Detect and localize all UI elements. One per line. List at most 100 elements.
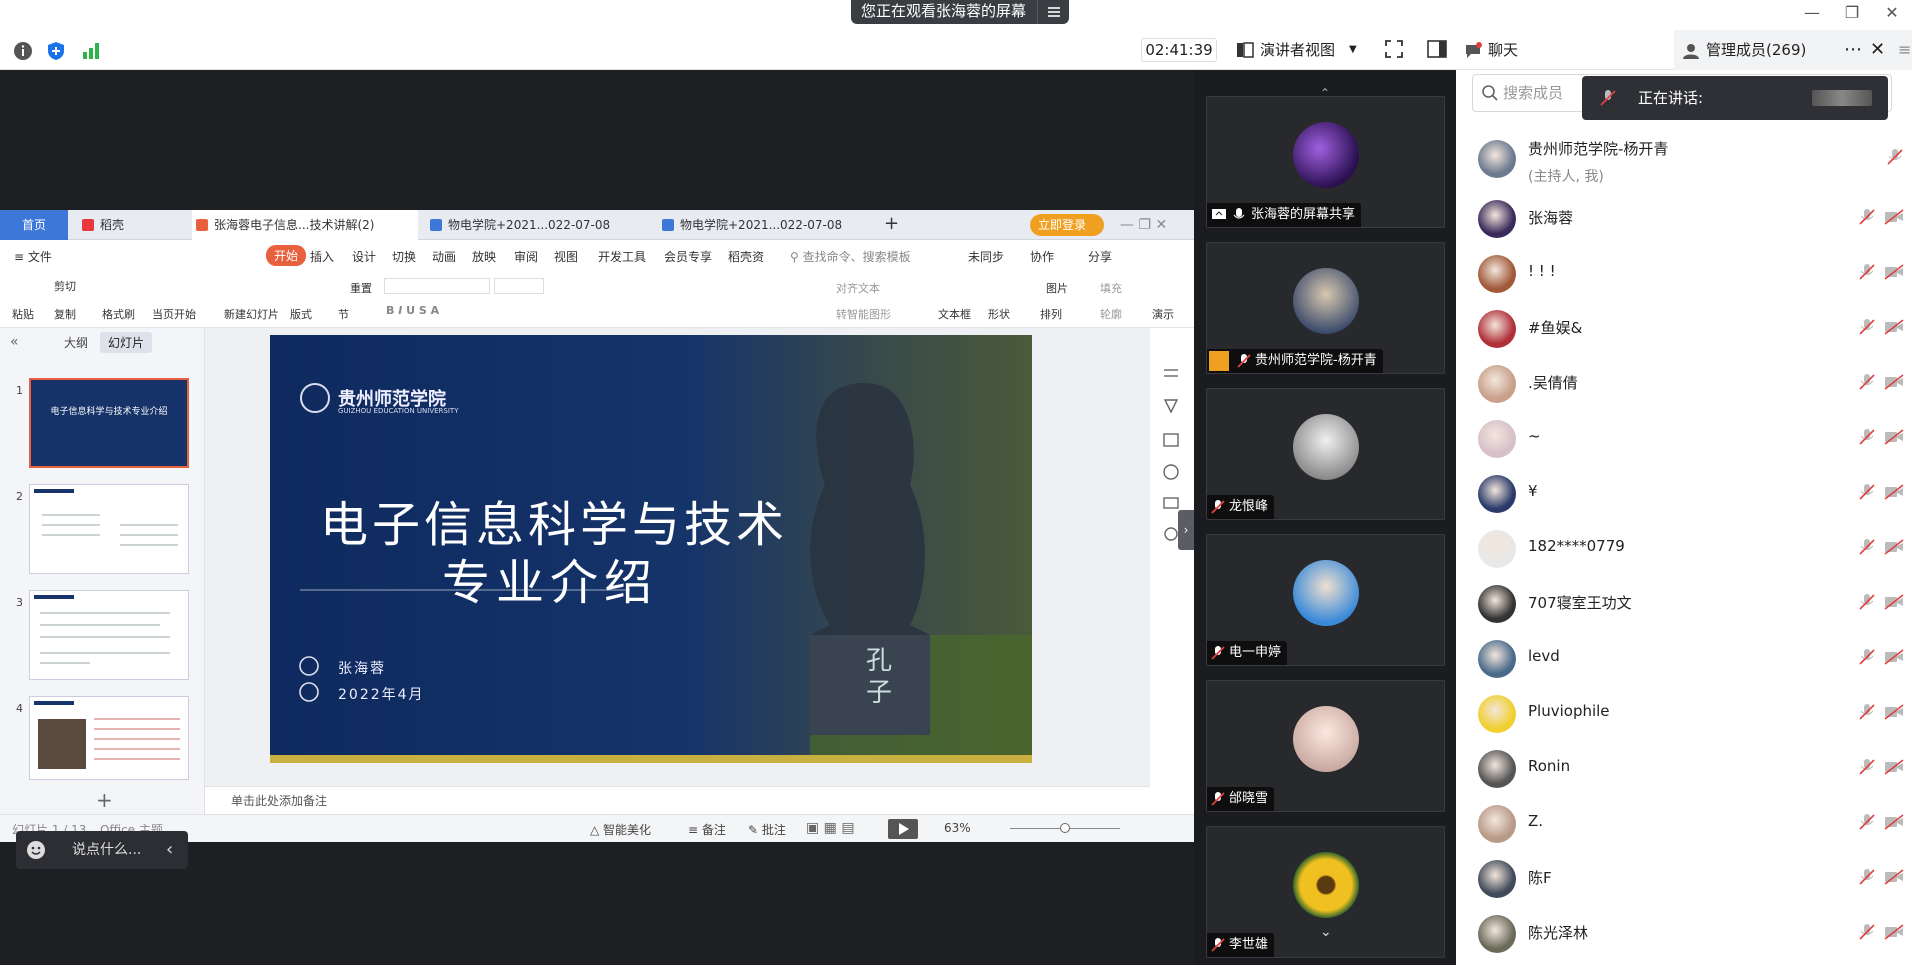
font-size-select[interactable] xyxy=(494,278,544,294)
login-button[interactable]: 立即登录 xyxy=(1030,214,1104,236)
camera-off-icon[interactable] xyxy=(1884,538,1904,556)
slide-thumb-4[interactable] xyxy=(29,696,189,780)
mic-muted-icon[interactable] xyxy=(1858,648,1876,666)
tab-outline[interactable]: 大纲 xyxy=(64,334,88,351)
restore-icon[interactable]: ❐ xyxy=(1832,0,1872,28)
presenter-view-dropdown[interactable]: 演讲者视图 ▼ xyxy=(1236,38,1357,62)
ribbon-play-current[interactable]: 当页开始 xyxy=(152,306,196,322)
ribbon-smartart[interactable]: 转智能图形 xyxy=(836,306,891,322)
ribbon-outline[interactable]: 轮廓 xyxy=(1100,306,1122,322)
menu-review[interactable]: 审阅 xyxy=(514,248,538,265)
zoom-level[interactable]: 63% xyxy=(944,821,971,835)
sidebar-toggle-icon[interactable] xyxy=(1426,38,1448,60)
share-button[interactable]: 分享 xyxy=(1088,248,1112,265)
chevron-left-icon[interactable]: ‹ xyxy=(166,831,173,869)
chat-quick-input[interactable]: 说点什么... ‹ xyxy=(16,831,188,869)
camera-off-icon[interactable] xyxy=(1884,758,1904,776)
current-slide[interactable]: 贵州师范学院 GUIZHOU EDUCATION UNIVERSITY 电子信息… xyxy=(270,335,1032,763)
member-row[interactable]: Z. xyxy=(1456,795,1912,850)
menu-animation[interactable]: 动画 xyxy=(432,248,456,265)
menu-design[interactable]: 设计 xyxy=(352,248,376,265)
ribbon-fill[interactable]: 填充 xyxy=(1100,280,1122,296)
collapse-video-arrow[interactable]: › xyxy=(1178,510,1194,550)
menu-developer[interactable]: 开发工具 xyxy=(598,248,646,265)
camera-off-icon[interactable] xyxy=(1884,263,1904,281)
camera-off-icon[interactable] xyxy=(1884,813,1904,831)
tab-members[interactable]: 管理成员(269) ⋯ ✕ ≡ xyxy=(1674,30,1912,70)
ribbon-new-slide[interactable]: 新建幻灯片 xyxy=(224,306,279,322)
ribbon-reset[interactable]: 重置 xyxy=(350,280,372,296)
camera-off-icon[interactable] xyxy=(1884,648,1904,666)
collab-button[interactable]: 协作 xyxy=(1030,248,1054,265)
slide-thumb-2[interactable] xyxy=(29,484,189,574)
video-tile[interactable]: 贵州师范学院-杨开青 xyxy=(1206,242,1445,374)
ribbon-shape[interactable]: 形状 xyxy=(988,306,1010,322)
member-row[interactable]: levd xyxy=(1456,630,1912,685)
slide-thumb-1[interactable]: 电子信息科学与技术专业介绍 xyxy=(29,378,189,468)
video-tile[interactable]: 电一申婷 xyxy=(1206,534,1445,666)
video-tile[interactable]: 邰晓雪 xyxy=(1206,680,1445,812)
ppt-tab-docer[interactable]: 稻壳 xyxy=(80,210,190,240)
view-mode-icons[interactable]: ▣ ▦ ▤ xyxy=(806,820,855,836)
mic-muted-icon[interactable] xyxy=(1858,373,1876,391)
notes-area[interactable]: 单击此处添加备注 xyxy=(205,786,1150,814)
command-search[interactable]: ⚲ 查找命令、搜索模板 xyxy=(790,248,911,265)
more-icon[interactable]: ⋯ xyxy=(1844,30,1862,70)
member-row[interactable]: ¥ xyxy=(1456,465,1912,520)
menu-view[interactable]: 视图 xyxy=(554,248,578,265)
play-slideshow-icon[interactable] xyxy=(888,819,918,839)
camera-off-icon[interactable] xyxy=(1884,373,1904,391)
mic-muted-icon[interactable] xyxy=(1858,538,1876,556)
ribbon-layout[interactable]: 版式 xyxy=(290,306,312,322)
info-icon[interactable] xyxy=(12,40,34,62)
member-row[interactable]: ! ! ! xyxy=(1456,245,1912,300)
network-signal-icon[interactable] xyxy=(80,40,102,62)
mic-muted-icon[interactable] xyxy=(1858,593,1876,611)
menu-start[interactable]: 开始 xyxy=(266,245,307,266)
ribbon-align-text[interactable]: 对齐文本 xyxy=(836,280,880,296)
member-row[interactable]: 陈光泽林 xyxy=(1456,905,1912,960)
ribbon-section[interactable]: 节 xyxy=(338,306,349,322)
member-row[interactable]: 陈F xyxy=(1456,850,1912,905)
mic-muted-icon[interactable] xyxy=(1858,703,1876,721)
zoom-slider-thumb[interactable] xyxy=(1060,823,1070,833)
panel-menu-icon[interactable]: ≡ xyxy=(1898,30,1911,70)
unsync-button[interactable]: 未同步 xyxy=(968,248,1004,265)
ribbon-paste[interactable]: 粘贴 xyxy=(12,306,34,322)
member-row[interactable]: Pluviophile xyxy=(1456,685,1912,740)
beautify-button[interactable]: △ 智能美化 xyxy=(590,821,651,838)
collapse-pane-icon[interactable]: « xyxy=(10,334,19,350)
comment-button[interactable]: ✎ 批注 xyxy=(748,821,786,838)
mic-muted-icon[interactable] xyxy=(1858,263,1876,281)
member-row[interactable]: #鱼娱& xyxy=(1456,300,1912,355)
member-row[interactable]: .吴倩倩 xyxy=(1456,355,1912,410)
mic-muted-icon[interactable] xyxy=(1858,813,1876,831)
ribbon-copy[interactable]: 复制 xyxy=(54,306,76,322)
ribbon-format-painter[interactable]: 格式刷 xyxy=(102,306,135,322)
mic-muted-icon[interactable] xyxy=(1886,148,1904,166)
camera-off-icon[interactable] xyxy=(1884,923,1904,941)
font-family-select[interactable] xyxy=(384,278,490,294)
ppt-window-controls[interactable]: — ❐ ✕ xyxy=(1120,210,1167,240)
ribbon-cut[interactable]: 剪切 xyxy=(54,278,76,294)
menu-docer[interactable]: 稻壳资 xyxy=(728,248,764,265)
mic-muted-icon[interactable] xyxy=(1858,758,1876,776)
ppt-tab-doc1[interactable]: 物电学院+2021...022-07-08 xyxy=(428,210,654,240)
camera-off-icon[interactable] xyxy=(1884,593,1904,611)
menu-slideshow[interactable]: 放映 xyxy=(472,248,496,265)
member-row[interactable]: 张海蓉 xyxy=(1456,190,1912,245)
menu-transition[interactable]: 切换 xyxy=(392,248,416,265)
close-panel-icon[interactable]: ✕ xyxy=(1870,30,1885,70)
video-tile[interactable]: 龙恨峰 xyxy=(1206,388,1445,520)
member-row[interactable]: Ronin xyxy=(1456,740,1912,795)
menu-member[interactable]: 会员专享 xyxy=(664,248,712,265)
camera-off-icon[interactable] xyxy=(1884,483,1904,501)
mic-muted-icon[interactable] xyxy=(1858,318,1876,336)
security-shield-icon[interactable] xyxy=(45,40,67,62)
fullscreen-icon[interactable] xyxy=(1383,38,1405,60)
ppt-tab-doc2[interactable]: 物电学院+2021...022-07-08 xyxy=(660,210,886,240)
ribbon-textbox[interactable]: 文本框 xyxy=(938,306,971,322)
bold-icon[interactable]: B I U S A xyxy=(386,304,439,317)
camera-off-icon[interactable] xyxy=(1884,868,1904,886)
mic-muted-icon[interactable] xyxy=(1858,483,1876,501)
